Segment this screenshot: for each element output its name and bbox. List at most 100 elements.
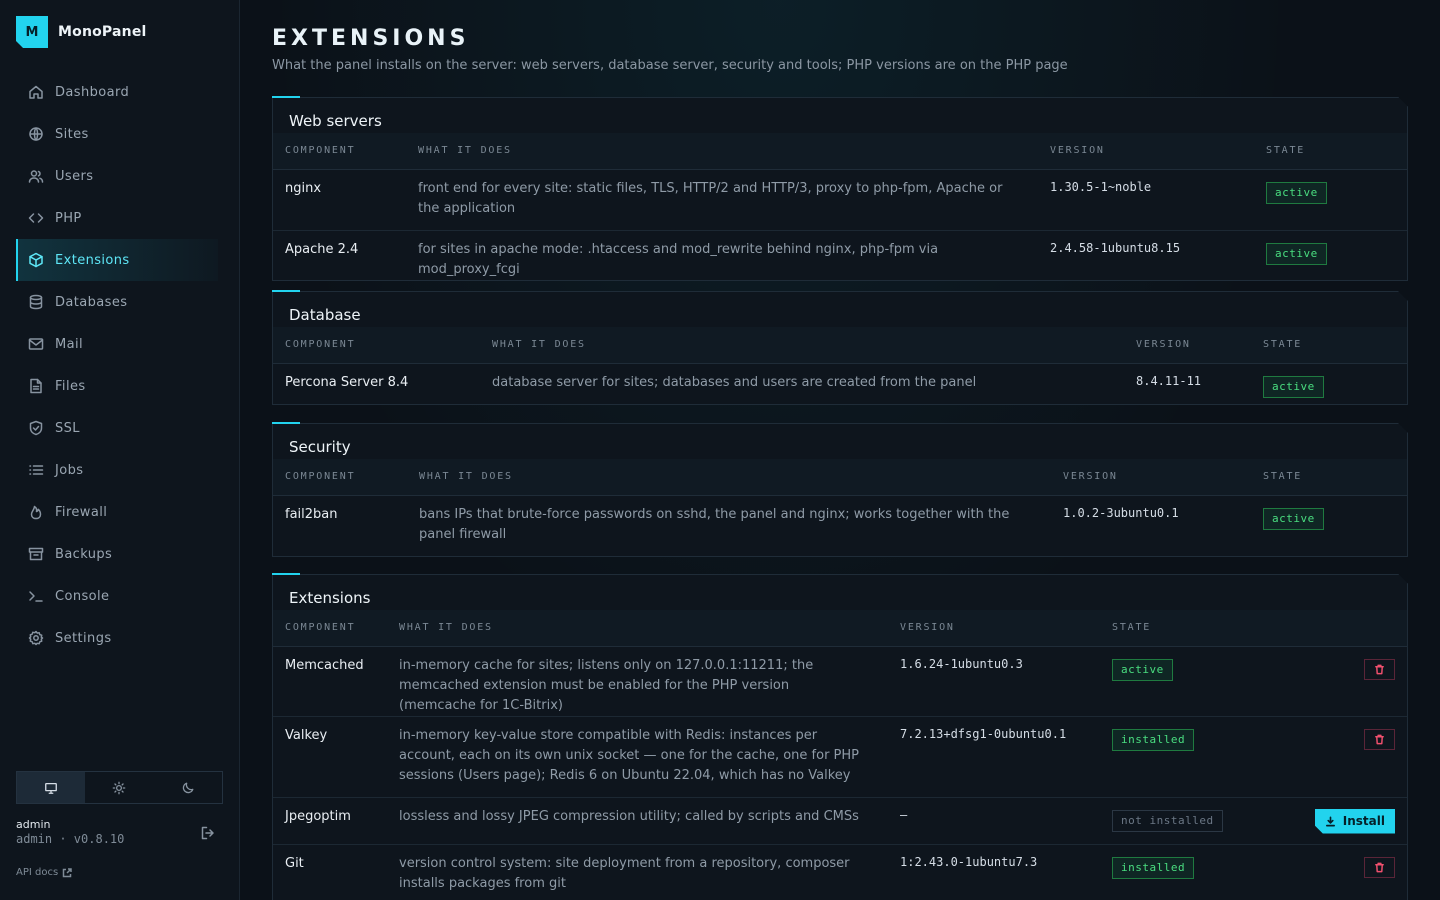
api-docs-label: API docs — [16, 867, 59, 878]
users-icon — [28, 170, 44, 183]
column-header-state: STATE — [1100, 610, 1280, 647]
table-header-row: COMPONENT WHAT IT DOES VERSION STATE — [273, 133, 1407, 170]
component-name: nginx — [273, 169, 406, 231]
sidebar-item-databases[interactable]: Databases — [16, 281, 218, 323]
sidebar-item-ssl[interactable]: SSL — [16, 407, 218, 449]
component-name: Percona Server 8.4 — [285, 374, 409, 390]
delete-button[interactable] — [1364, 658, 1395, 680]
sidebar-item-console[interactable]: Console — [16, 575, 218, 617]
column-header-version: VERSION — [1051, 459, 1251, 496]
component-version: 2.4.58-1ubuntu8.15 — [1050, 240, 1181, 255]
table-row: Apache 2.4 for sites in apache mode: .ht… — [273, 230, 1407, 280]
flame-icon — [30, 505, 42, 520]
components-table: COMPONENT WHAT IT DOES VERSION STATE Per… — [273, 327, 1407, 404]
component-name: Git — [285, 855, 304, 871]
sidebar-item-label: Console — [55, 588, 110, 604]
user-block: admin admin · v0.8.10 — [16, 818, 223, 846]
table-row: Valkey in-memory key-value store compati… — [273, 716, 1407, 798]
globe-icon — [29, 127, 43, 141]
component-description: lossless and lossy JPEG compression util… — [387, 797, 888, 845]
logout-icon[interactable] — [200, 825, 216, 841]
status-badge: installed — [1112, 856, 1195, 879]
external-link-icon — [62, 867, 72, 877]
sidebar-item-php[interactable]: PHP — [16, 197, 218, 239]
column-header-what: WHAT IT DOES — [407, 459, 1051, 496]
brand-logo: M — [16, 16, 48, 48]
brand[interactable]: M MonoPanel — [16, 16, 147, 48]
user-meta: admin · v0.8.10 — [16, 832, 125, 846]
gear-icon — [28, 630, 44, 646]
component-version: 1.30.5-1~noble — [1038, 169, 1254, 231]
sidebar-item-label: Backups — [55, 546, 113, 562]
main-content: EXTENSIONS What the panel installs on th… — [240, 0, 1440, 900]
component-name: Memcached — [273, 646, 387, 717]
archive-icon — [28, 547, 44, 561]
column-header-component: COMPONENT — [273, 459, 407, 496]
page-title: EXTENSIONS — [272, 26, 470, 51]
table-header-row: COMPONENT WHAT IT DOES VERSION STATE — [273, 610, 1407, 647]
component-description: for sites in apache mode: .htaccess and … — [418, 241, 939, 277]
section-title: Database — [289, 306, 361, 324]
section-title: Extensions — [289, 589, 371, 607]
component-description: front end for every site: static files, … — [406, 169, 1038, 231]
sidebar: M MonoPanel Dashboard Sites Users PHP Ex… — [0, 0, 240, 900]
sidebar-item-label: SSL — [55, 420, 80, 436]
sidebar-item-extensions[interactable]: Extensions — [16, 239, 218, 281]
status-badge: not installed — [1112, 809, 1223, 832]
sidebar-item-label: Files — [55, 378, 86, 394]
sidebar-item-label: PHP — [55, 210, 82, 226]
database-icon — [29, 294, 43, 310]
component-version: 1.6.24-1ubuntu0.3 — [888, 646, 1100, 717]
theme-light-button[interactable] — [85, 772, 153, 803]
component-description: in-memory key-value store compatible wit… — [387, 716, 888, 798]
sidebar-item-label: Users — [55, 168, 94, 184]
column-header-component: COMPONENT — [273, 327, 480, 364]
table-row: Memcached in-memory cache for sites; lis… — [273, 646, 1407, 717]
monitor-icon — [45, 782, 58, 794]
column-header-version: VERSION — [1038, 133, 1254, 170]
table-row: nginx front end for every site: static f… — [273, 169, 1407, 231]
component-version: 8.4.11-11 — [1136, 373, 1202, 388]
sidebar-item-jobs[interactable]: Jobs — [16, 449, 218, 491]
sidebar-item-backups[interactable]: Backups — [16, 533, 218, 575]
sidebar-item-settings[interactable]: Settings — [16, 617, 218, 659]
section-extensions: Extensions COMPONENT WHAT IT DOES VERSIO… — [272, 573, 1408, 900]
delete-button[interactable] — [1364, 856, 1395, 878]
table-row: Git version control system: site deploym… — [273, 844, 1407, 900]
column-header-version: VERSION — [1124, 327, 1251, 364]
sidebar-item-files[interactable]: Files — [16, 365, 218, 407]
package-icon — [29, 252, 43, 268]
component-description: database server for sites; databases and… — [492, 374, 977, 390]
components-table: COMPONENT WHAT IT DOES VERSION STATE Mem… — [273, 610, 1407, 900]
list-icon — [29, 465, 44, 475]
brand-name: MonoPanel — [58, 24, 147, 40]
theme-dark-button[interactable] — [154, 772, 222, 803]
theme-system-button[interactable] — [17, 772, 86, 803]
home-icon — [29, 85, 43, 99]
table-header-row: COMPONENT WHAT IT DOES VERSION STATE — [273, 327, 1407, 364]
table-header-row: COMPONENT WHAT IT DOES VERSION STATE — [273, 459, 1407, 496]
section-title: Security — [289, 438, 351, 456]
status-badge: active — [1266, 242, 1327, 265]
install-button[interactable]: Install — [1315, 809, 1395, 834]
mail-icon — [28, 338, 44, 350]
sidebar-item-sites[interactable]: Sites — [16, 113, 218, 155]
column-header-version: VERSION — [888, 610, 1100, 647]
column-header-state: STATE — [1251, 327, 1407, 364]
code-icon — [28, 213, 44, 223]
delete-button[interactable] — [1364, 728, 1395, 750]
sidebar-item-label: Settings — [55, 630, 112, 646]
sidebar-item-firewall[interactable]: Firewall — [16, 491, 218, 533]
column-header-what: WHAT IT DOES — [480, 327, 1124, 364]
sidebar-item-users[interactable]: Users — [16, 155, 218, 197]
sidebar-item-mail[interactable]: Mail — [16, 323, 218, 365]
sidebar-item-dashboard[interactable]: Dashboard — [16, 71, 218, 113]
section-database: Database COMPONENT WHAT IT DOES VERSION … — [272, 290, 1408, 405]
table-row: fail2ban bans IPs that brute-force passw… — [273, 495, 1407, 556]
api-docs-link[interactable]: API docs — [16, 867, 72, 878]
table-row: Jpegoptim lossless and lossy JPEG compre… — [273, 797, 1407, 845]
status-badge: installed — [1112, 728, 1195, 751]
component-version: 1:2.43.0-1ubuntu7.3 — [900, 854, 1038, 869]
terminal-icon — [29, 591, 43, 602]
table-row: Percona Server 8.4 database server for s… — [273, 363, 1407, 404]
